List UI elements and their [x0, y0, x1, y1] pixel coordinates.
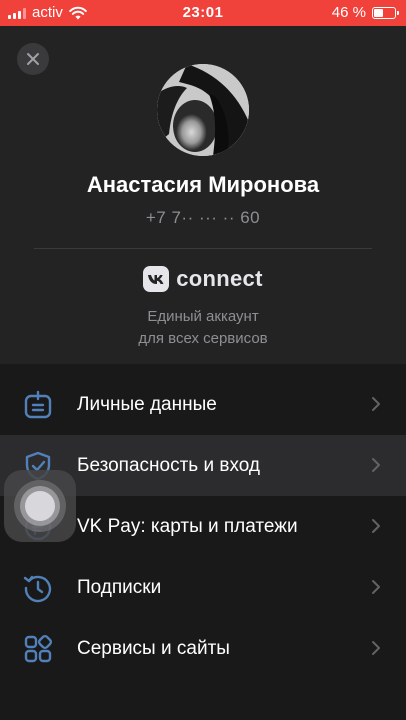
battery-icon — [372, 6, 399, 19]
brand-name: connect — [176, 266, 263, 291]
vk-connect-logo: connect — [0, 266, 406, 292]
tagline-line-1: Единый аккаунт — [147, 308, 259, 325]
menu-item-label: Сервисы и сайты — [77, 637, 230, 659]
chevron-right-icon — [372, 519, 380, 533]
tagline-line-2: для всех сервисов — [138, 330, 268, 347]
account-header: Анастасия Миронова +7 7·· ··· ·· 60 conn… — [0, 26, 406, 364]
close-button[interactable] — [17, 43, 49, 75]
menu-item-label: Подписки — [77, 576, 162, 598]
divider — [34, 248, 372, 249]
menu-item-label: Личные данные — [77, 393, 217, 415]
tagline: Единый аккаунт для всех сервисов — [0, 306, 406, 350]
chevron-right-icon — [372, 641, 380, 655]
status-right: 46 % — [331, 4, 399, 21]
vk-logo-icon — [143, 266, 170, 292]
menu-item-personal-data[interactable]: Личные данные — [0, 374, 406, 435]
menu-item-label: VK Pay: карты и платежи — [77, 515, 298, 537]
status-bar: activ 23:01 46 % — [0, 0, 406, 26]
close-icon — [27, 53, 39, 65]
chevron-right-icon — [372, 458, 380, 472]
menu-item-label: Безопасность и вход — [77, 454, 260, 476]
battery-percent: 46 % — [331, 4, 366, 21]
clock-icon — [23, 575, 52, 603]
user-phone: +7 7·· ··· ·· 60 — [145, 208, 261, 227]
user-name: Анастасия Миронова — [86, 172, 320, 197]
grid-icon — [24, 634, 53, 663]
assistive-touch-button[interactable] — [4, 470, 76, 542]
id-card-icon — [24, 390, 52, 419]
menu-item-services[interactable]: Сервисы и сайты — [0, 618, 406, 679]
menu-item-subscriptions[interactable]: Подписки — [0, 557, 406, 618]
chevron-right-icon — [372, 397, 380, 411]
chevron-right-icon — [372, 580, 380, 594]
avatar[interactable] — [157, 64, 249, 156]
